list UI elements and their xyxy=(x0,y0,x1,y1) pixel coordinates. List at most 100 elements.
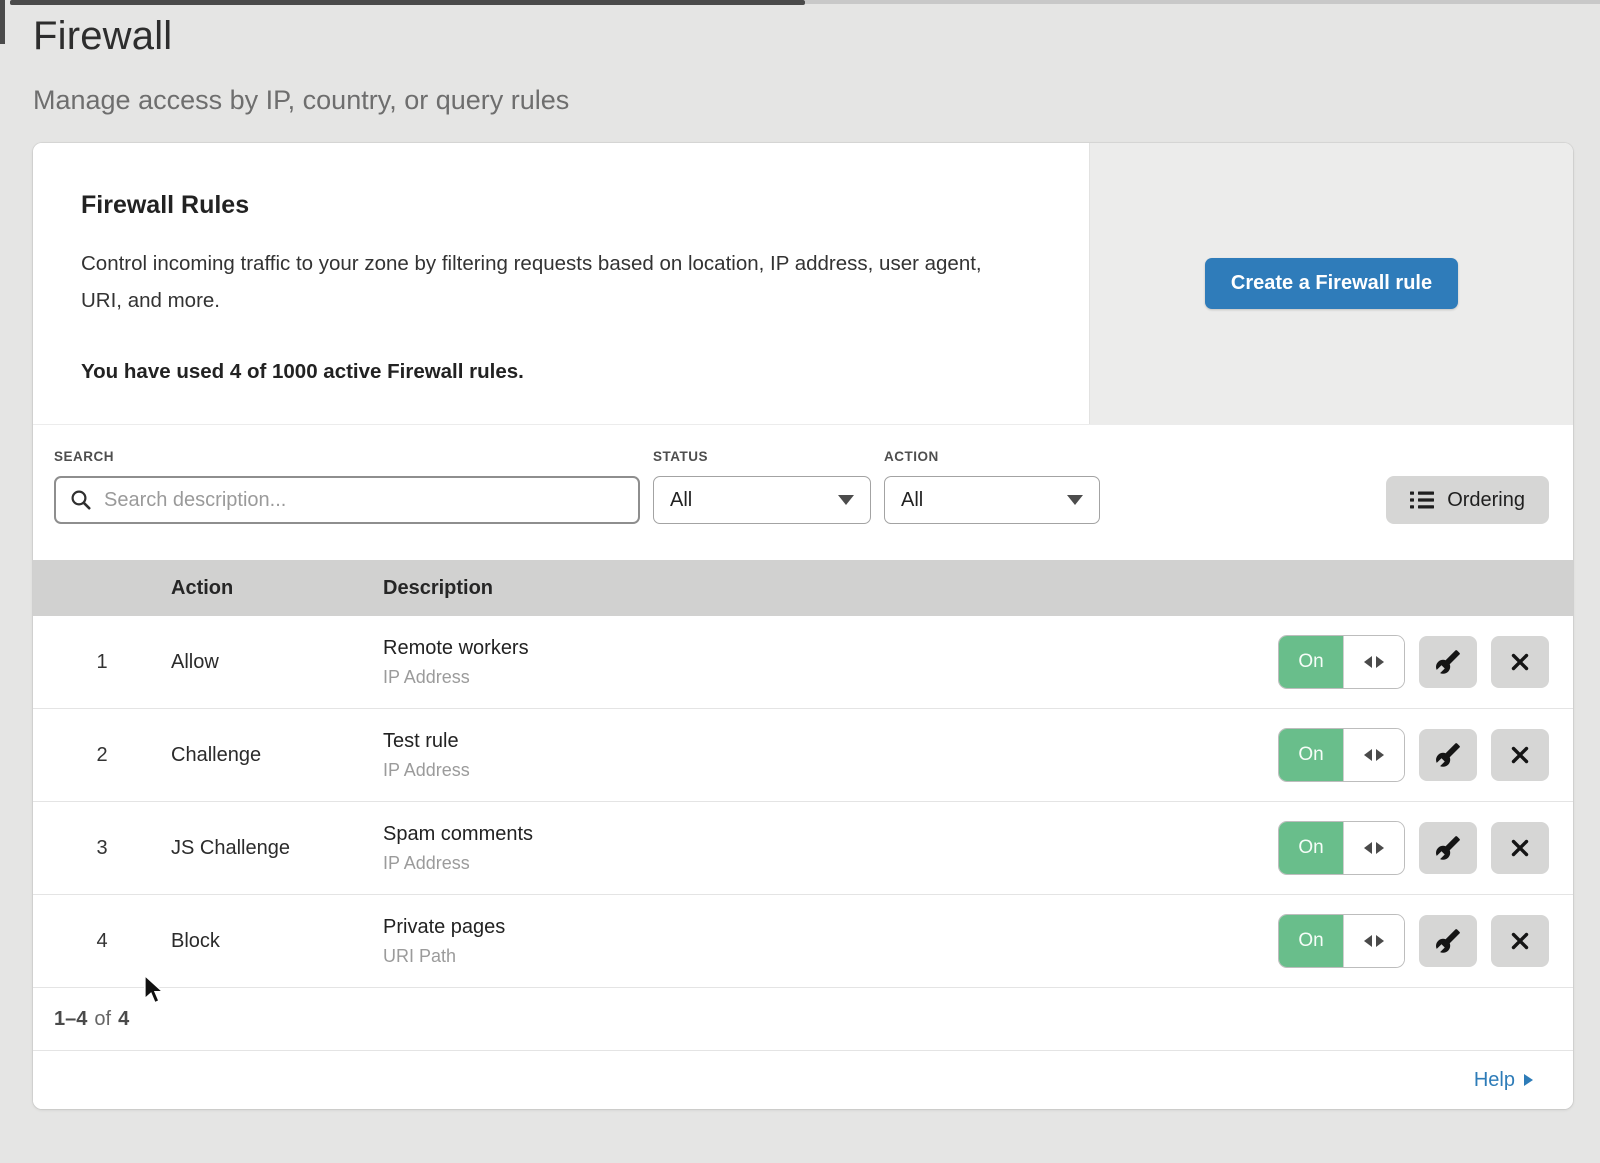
search-icon xyxy=(70,489,92,511)
create-firewall-rule-button[interactable]: Create a Firewall rule xyxy=(1205,258,1458,309)
toggle-handle xyxy=(1343,822,1404,874)
arrow-right-icon xyxy=(1376,749,1384,761)
screen-edge-artifact-left xyxy=(0,0,5,44)
action-label: ACTION xyxy=(884,449,1113,464)
search-box xyxy=(54,476,640,524)
rule-match-type: IP Address xyxy=(383,667,1278,688)
search-label: SEARCH xyxy=(54,449,653,464)
pagination-range: 1–4 xyxy=(54,1008,87,1031)
table-row: 4 Block Private pages URI Path On xyxy=(33,895,1573,988)
column-action: Action xyxy=(171,577,383,600)
rule-priority: 1 xyxy=(33,651,171,674)
screen-edge-artifact-dark xyxy=(10,0,805,5)
rule-action: Block xyxy=(171,930,383,953)
panel-heading: Firewall Rules xyxy=(81,191,1041,220)
panel-usage-count: You have used 4 of 1000 active Firewall … xyxy=(81,360,1041,384)
chevron-down-icon xyxy=(1067,495,1083,505)
edit-rule-button[interactable] xyxy=(1419,822,1477,874)
toggle-handle xyxy=(1343,636,1404,688)
pagination-total: 4 xyxy=(118,1008,129,1031)
wrench-icon xyxy=(1435,649,1461,675)
rule-priority: 4 xyxy=(33,930,171,953)
rule-match-type: IP Address xyxy=(383,760,1278,781)
edit-rule-button[interactable] xyxy=(1419,636,1477,688)
wrench-icon xyxy=(1435,928,1461,954)
rule-action: Challenge xyxy=(171,744,383,767)
toggle-on-label: On xyxy=(1279,915,1343,967)
arrow-left-icon xyxy=(1364,656,1372,668)
rule-controls: On xyxy=(1278,821,1573,875)
arrow-left-icon xyxy=(1364,842,1372,854)
firewall-rules-intro: Firewall Rules Control incoming traffic … xyxy=(33,143,1089,424)
ordering-button-label: Ordering xyxy=(1447,489,1525,512)
action-filter-group: ACTION All xyxy=(884,449,1113,524)
arrow-right-icon xyxy=(1524,1074,1533,1086)
rule-controls: On xyxy=(1278,914,1573,968)
rule-enabled-toggle[interactable]: On xyxy=(1278,914,1405,968)
delete-rule-button[interactable] xyxy=(1491,915,1549,967)
card-top-section: Firewall Rules Control incoming traffic … xyxy=(33,143,1573,425)
create-rule-panel: Create a Firewall rule xyxy=(1089,143,1573,424)
chevron-down-icon xyxy=(838,495,854,505)
firewall-rules-card: Firewall Rules Control incoming traffic … xyxy=(33,143,1573,1109)
wrench-icon xyxy=(1435,742,1461,768)
x-icon xyxy=(1508,743,1532,767)
toggle-on-label: On xyxy=(1279,729,1343,781)
arrow-right-icon xyxy=(1376,842,1384,854)
arrow-left-icon xyxy=(1364,935,1372,947)
arrow-right-icon xyxy=(1376,656,1384,668)
toggle-handle xyxy=(1343,729,1404,781)
help-link[interactable]: Help xyxy=(1474,1069,1533,1092)
pagination-of: of xyxy=(94,1008,111,1031)
rule-enabled-toggle[interactable]: On xyxy=(1278,821,1405,875)
edit-rule-button[interactable] xyxy=(1419,915,1477,967)
rule-description: Test rule xyxy=(383,730,1278,753)
rule-match-type: URI Path xyxy=(383,946,1278,967)
ordering-button[interactable]: Ordering xyxy=(1386,476,1549,524)
wrench-icon xyxy=(1435,835,1461,861)
column-description: Description xyxy=(383,577,1573,600)
status-filter-group: STATUS All xyxy=(653,449,884,524)
table-row: 2 Challenge Test rule IP Address On xyxy=(33,709,1573,802)
rule-description-cell: Test rule IP Address xyxy=(383,730,1278,781)
rule-controls: On xyxy=(1278,635,1573,689)
action-select[interactable]: All xyxy=(884,476,1100,524)
arrow-right-icon xyxy=(1376,935,1384,947)
rule-enabled-toggle[interactable]: On xyxy=(1278,728,1405,782)
rule-description-cell: Spam comments IP Address xyxy=(383,823,1278,874)
table-row: 1 Allow Remote workers IP Address On xyxy=(33,616,1573,709)
page-subtitle: Manage access by IP, country, or query r… xyxy=(33,85,1600,116)
table-row: 3 JS Challenge Spam comments IP Address … xyxy=(33,802,1573,895)
x-icon xyxy=(1508,650,1532,674)
page-title: Firewall xyxy=(33,14,1600,59)
delete-rule-button[interactable] xyxy=(1491,636,1549,688)
rule-description: Spam comments xyxy=(383,823,1278,846)
action-select-value: All xyxy=(901,489,923,512)
rule-match-type: IP Address xyxy=(383,853,1278,874)
rule-enabled-toggle[interactable]: On xyxy=(1278,635,1405,689)
toggle-on-label: On xyxy=(1279,822,1343,874)
rule-priority: 3 xyxy=(33,837,171,860)
status-select-value: All xyxy=(670,489,692,512)
delete-rule-button[interactable] xyxy=(1491,822,1549,874)
ordered-list-icon xyxy=(1410,490,1434,510)
help-bar: Help xyxy=(33,1050,1573,1109)
toggle-handle xyxy=(1343,915,1404,967)
screen-edge-artifact-light xyxy=(805,0,1600,4)
status-label: STATUS xyxy=(653,449,884,464)
panel-description: Control incoming traffic to your zone by… xyxy=(81,246,1026,320)
rule-description-cell: Private pages URI Path xyxy=(383,916,1278,967)
page-header: Firewall Manage access by IP, country, o… xyxy=(0,0,1600,116)
toggle-on-label: On xyxy=(1279,636,1343,688)
help-link-label: Help xyxy=(1474,1069,1515,1092)
x-icon xyxy=(1508,836,1532,860)
rule-action: JS Challenge xyxy=(171,837,383,860)
rule-description: Private pages xyxy=(383,916,1278,939)
delete-rule-button[interactable] xyxy=(1491,729,1549,781)
search-input[interactable] xyxy=(102,488,624,513)
filters-bar: SEARCH STATUS All ACTION All xyxy=(33,425,1573,560)
status-select[interactable]: All xyxy=(653,476,871,524)
edit-rule-button[interactable] xyxy=(1419,729,1477,781)
pagination: 1–4 of 4 xyxy=(33,988,1573,1050)
arrow-left-icon xyxy=(1364,749,1372,761)
